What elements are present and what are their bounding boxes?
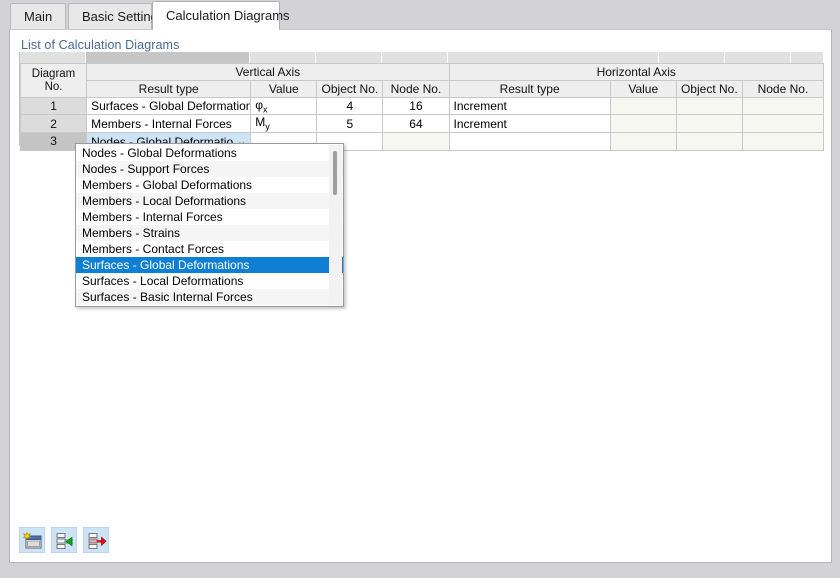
axis-group-vertical: Vertical Axis (86, 63, 450, 81)
cell-v-node-no[interactable] (382, 131, 450, 151)
cell-h-result-type[interactable]: Increment (448, 96, 611, 116)
table-row[interactable]: 2 Members - Internal Forces My 5 64 Incr… (19, 114, 825, 133)
grid-corner-header: Diagram No. (19, 63, 88, 98)
table-toolbar (19, 527, 115, 553)
group-title: List of Calculation Diagrams (21, 38, 180, 52)
dropdown-item-members-local-deformations[interactable]: Members - Local Deformations (76, 193, 343, 209)
cell-v-value-sub: y (265, 121, 270, 132)
cell-h-object-no[interactable] (675, 114, 743, 133)
axis-group-horizontal: Horizontal Axis (448, 63, 825, 81)
new-row-icon (23, 531, 42, 549)
dropdown-item-surfaces-global-deformations[interactable]: Surfaces - Global Deformations (76, 257, 343, 273)
tab-calculation-diagrams[interactable]: Calculation Diagrams (152, 1, 290, 30)
dialog-window: Main Basic Settings Calculation Diagrams… (0, 0, 840, 578)
header-v-object-no[interactable]: Object No. (316, 80, 384, 98)
dropdown-list[interactable]: Nodes - Global Deformations Nodes - Supp… (76, 144, 343, 306)
cell-v-value-base: M (255, 115, 266, 130)
header-v-result-type[interactable]: Result type (86, 80, 252, 98)
dropdown-item-nodes-support-forces[interactable]: Nodes - Support Forces (76, 161, 343, 177)
cell-h-result-type[interactable]: Increment (448, 114, 611, 133)
cell-v-value[interactable]: φx (250, 96, 318, 116)
new-row-button[interactable] (19, 527, 45, 553)
header-h-object-no[interactable]: Object No. (675, 80, 743, 98)
cell-v-value[interactable]: My (250, 114, 318, 133)
result-type-dropdown-popup[interactable]: Nodes - Global Deformations Nodes - Supp… (75, 143, 344, 307)
cell-v-value-base: φ (255, 98, 264, 112)
dropdown-scrollbar-thumb[interactable] (333, 151, 337, 195)
col-select-v-object-no[interactable] (316, 52, 382, 63)
cell-h-result-type[interactable] (448, 131, 611, 151)
insert-row-button[interactable] (51, 527, 77, 553)
cell-h-value[interactable] (609, 96, 677, 116)
cell-v-node-no[interactable]: 16 (382, 96, 450, 116)
dropdown-item-surfaces-local-deformations[interactable]: Surfaces - Local Deformations (76, 273, 343, 289)
col-select-h-result-type[interactable] (448, 52, 659, 63)
col-select-v-node-no[interactable] (382, 52, 448, 63)
col-select-v-value[interactable] (250, 52, 316, 63)
cell-h-node-no[interactable] (741, 96, 825, 116)
cell-h-object-no[interactable] (675, 131, 743, 151)
dropdown-scrollbar[interactable] (329, 145, 342, 305)
tab-basic-settings[interactable]: Basic Settings (68, 3, 164, 30)
header-v-value[interactable]: Value (250, 80, 318, 98)
dropdown-item-members-internal-forces[interactable]: Members - Internal Forces (76, 209, 343, 225)
cell-v-object-no[interactable]: 5 (316, 114, 384, 133)
cell-h-value[interactable] (609, 114, 677, 133)
dropdown-item-members-strains[interactable]: Members - Strains (76, 225, 343, 241)
row-number[interactable]: 1 (19, 96, 88, 116)
header-h-node-no[interactable]: Node No. (741, 80, 825, 98)
cell-h-object-no[interactable] (675, 96, 743, 116)
header-h-value[interactable]: Value (609, 80, 677, 98)
col-select-v-result-type[interactable] (86, 52, 250, 63)
cell-h-node-no[interactable] (741, 131, 825, 151)
insert-row-icon (56, 533, 73, 549)
dropdown-item-nodes-global-deformations[interactable]: Nodes - Global Deformations (76, 145, 343, 161)
table-row[interactable]: 1 Surfaces - Global Deformations φx 4 16… (19, 96, 825, 116)
tab-strip: Main Basic Settings Calculation Diagrams (0, 0, 840, 30)
column-selector-strip[interactable] (20, 52, 824, 63)
cell-v-result-type[interactable]: Members - Internal Forces (86, 114, 252, 133)
cell-h-node-no[interactable] (741, 114, 825, 133)
header-h-result-type[interactable]: Result type (448, 80, 611, 98)
cell-v-value-sub: x (263, 104, 268, 115)
dropdown-item-members-global-deformations[interactable]: Members - Global Deformations (76, 177, 343, 193)
delete-row-button[interactable] (83, 527, 109, 553)
corner-label-line2: No. (44, 80, 63, 93)
col-select-h-node-no[interactable] (791, 52, 824, 63)
grid: Diagram No. Vertical Axis Horizontal Axi… (19, 63, 825, 151)
dropdown-item-members-contact-forces[interactable]: Members - Contact Forces (76, 241, 343, 257)
cell-v-result-type[interactable]: Surfaces - Global Deformations (86, 96, 252, 116)
col-select-diagram-no[interactable] (20, 52, 86, 63)
grid-header-row: Result type Value Object No. Node No. Re… (21, 80, 825, 98)
header-v-node-no[interactable]: Node No. (382, 80, 450, 98)
dropdown-item-surfaces-basic-internal-forces[interactable]: Surfaces - Basic Internal Forces (76, 289, 343, 305)
cell-v-node-no[interactable]: 64 (382, 114, 450, 133)
corner-label-line1: Diagram (31, 67, 76, 80)
grid-axis-group-row: Diagram No. Vertical Axis Horizontal Axi… (19, 63, 825, 98)
calculation-diagrams-table[interactable]: Diagram No. Vertical Axis Horizontal Axi… (19, 52, 825, 151)
tab-main[interactable]: Main (10, 3, 66, 30)
row-number[interactable]: 2 (19, 114, 88, 133)
cell-h-value[interactable] (609, 131, 677, 151)
delete-row-icon (88, 533, 107, 549)
col-select-h-value[interactable] (659, 52, 725, 63)
col-select-h-object-no[interactable] (725, 52, 791, 63)
cell-v-object-no[interactable]: 4 (316, 96, 384, 116)
